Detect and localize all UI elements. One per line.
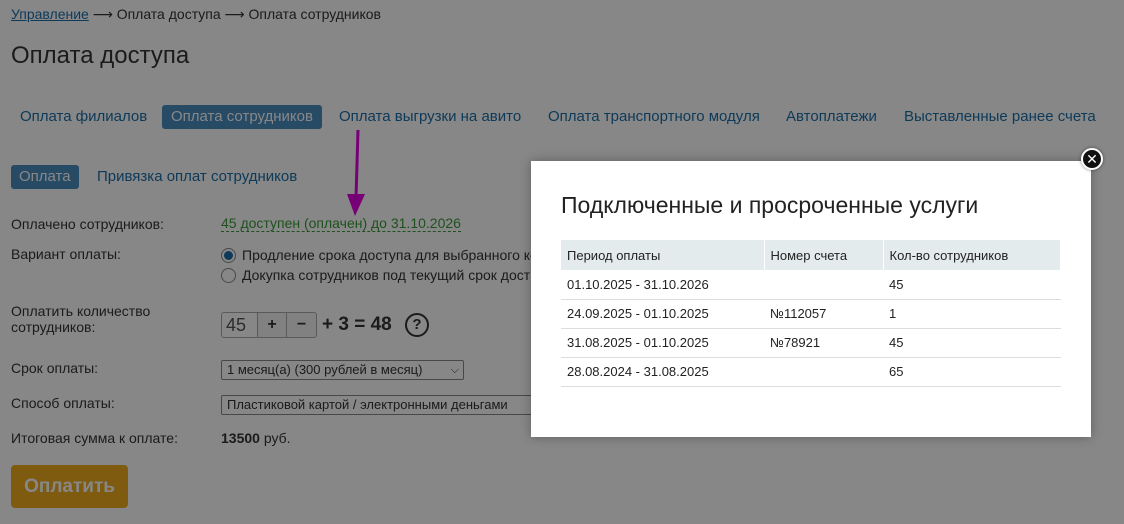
- table-row: 01.10.2025 - 31.10.2026 45: [561, 270, 1061, 300]
- cell-employee-count: 1: [883, 299, 1061, 329]
- cell-employee-count: 65: [883, 357, 1061, 387]
- column-header-period: Период оплаты: [561, 240, 765, 270]
- table-row: 24.09.2025 - 01.10.2025 №112057 1: [561, 299, 1061, 329]
- cell-employee-count: 45: [883, 270, 1061, 300]
- cell-period: 01.10.2025 - 31.10.2026: [561, 270, 764, 300]
- table-row: 31.08.2025 - 01.10.2025 №78921 45: [561, 328, 1061, 358]
- table-header-row: Период оплаты Номер счета Кол-во сотрудн…: [561, 240, 1061, 270]
- cell-period: 31.08.2025 - 01.10.2025: [561, 328, 764, 358]
- cell-invoice: №78921: [764, 328, 883, 358]
- cell-invoice: №112057: [764, 299, 883, 329]
- cell-invoice: [764, 357, 883, 387]
- cell-period: 24.09.2025 - 01.10.2025: [561, 299, 764, 329]
- services-modal: Подключенные и просроченные услуги Перио…: [531, 161, 1091, 437]
- column-header-employee-count: Кол-во сотрудников: [883, 240, 1061, 270]
- cell-invoice: [764, 270, 883, 300]
- table-row: 28.08.2024 - 31.08.2025 65: [561, 357, 1061, 387]
- column-header-invoice: Номер счета: [764, 240, 884, 270]
- cell-period: 28.08.2024 - 31.08.2025: [561, 357, 764, 387]
- close-icon[interactable]: ✕: [1081, 148, 1103, 170]
- modal-title: Подключенные и просроченные услуги: [561, 192, 979, 218]
- services-table: Период оплаты Номер счета Кол-во сотрудн…: [561, 240, 1061, 387]
- cell-employee-count: 45: [883, 328, 1061, 358]
